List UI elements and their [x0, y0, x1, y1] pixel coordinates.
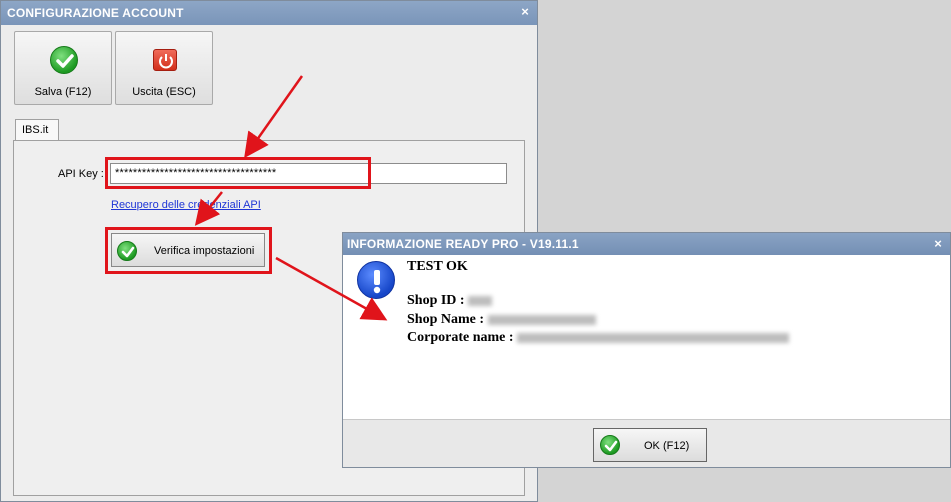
arrow-to-api-key [244, 75, 304, 159]
annotation-arrows [194, 75, 388, 321]
arrow-to-dialog [275, 256, 388, 321]
arrow-to-verify [194, 191, 223, 226]
